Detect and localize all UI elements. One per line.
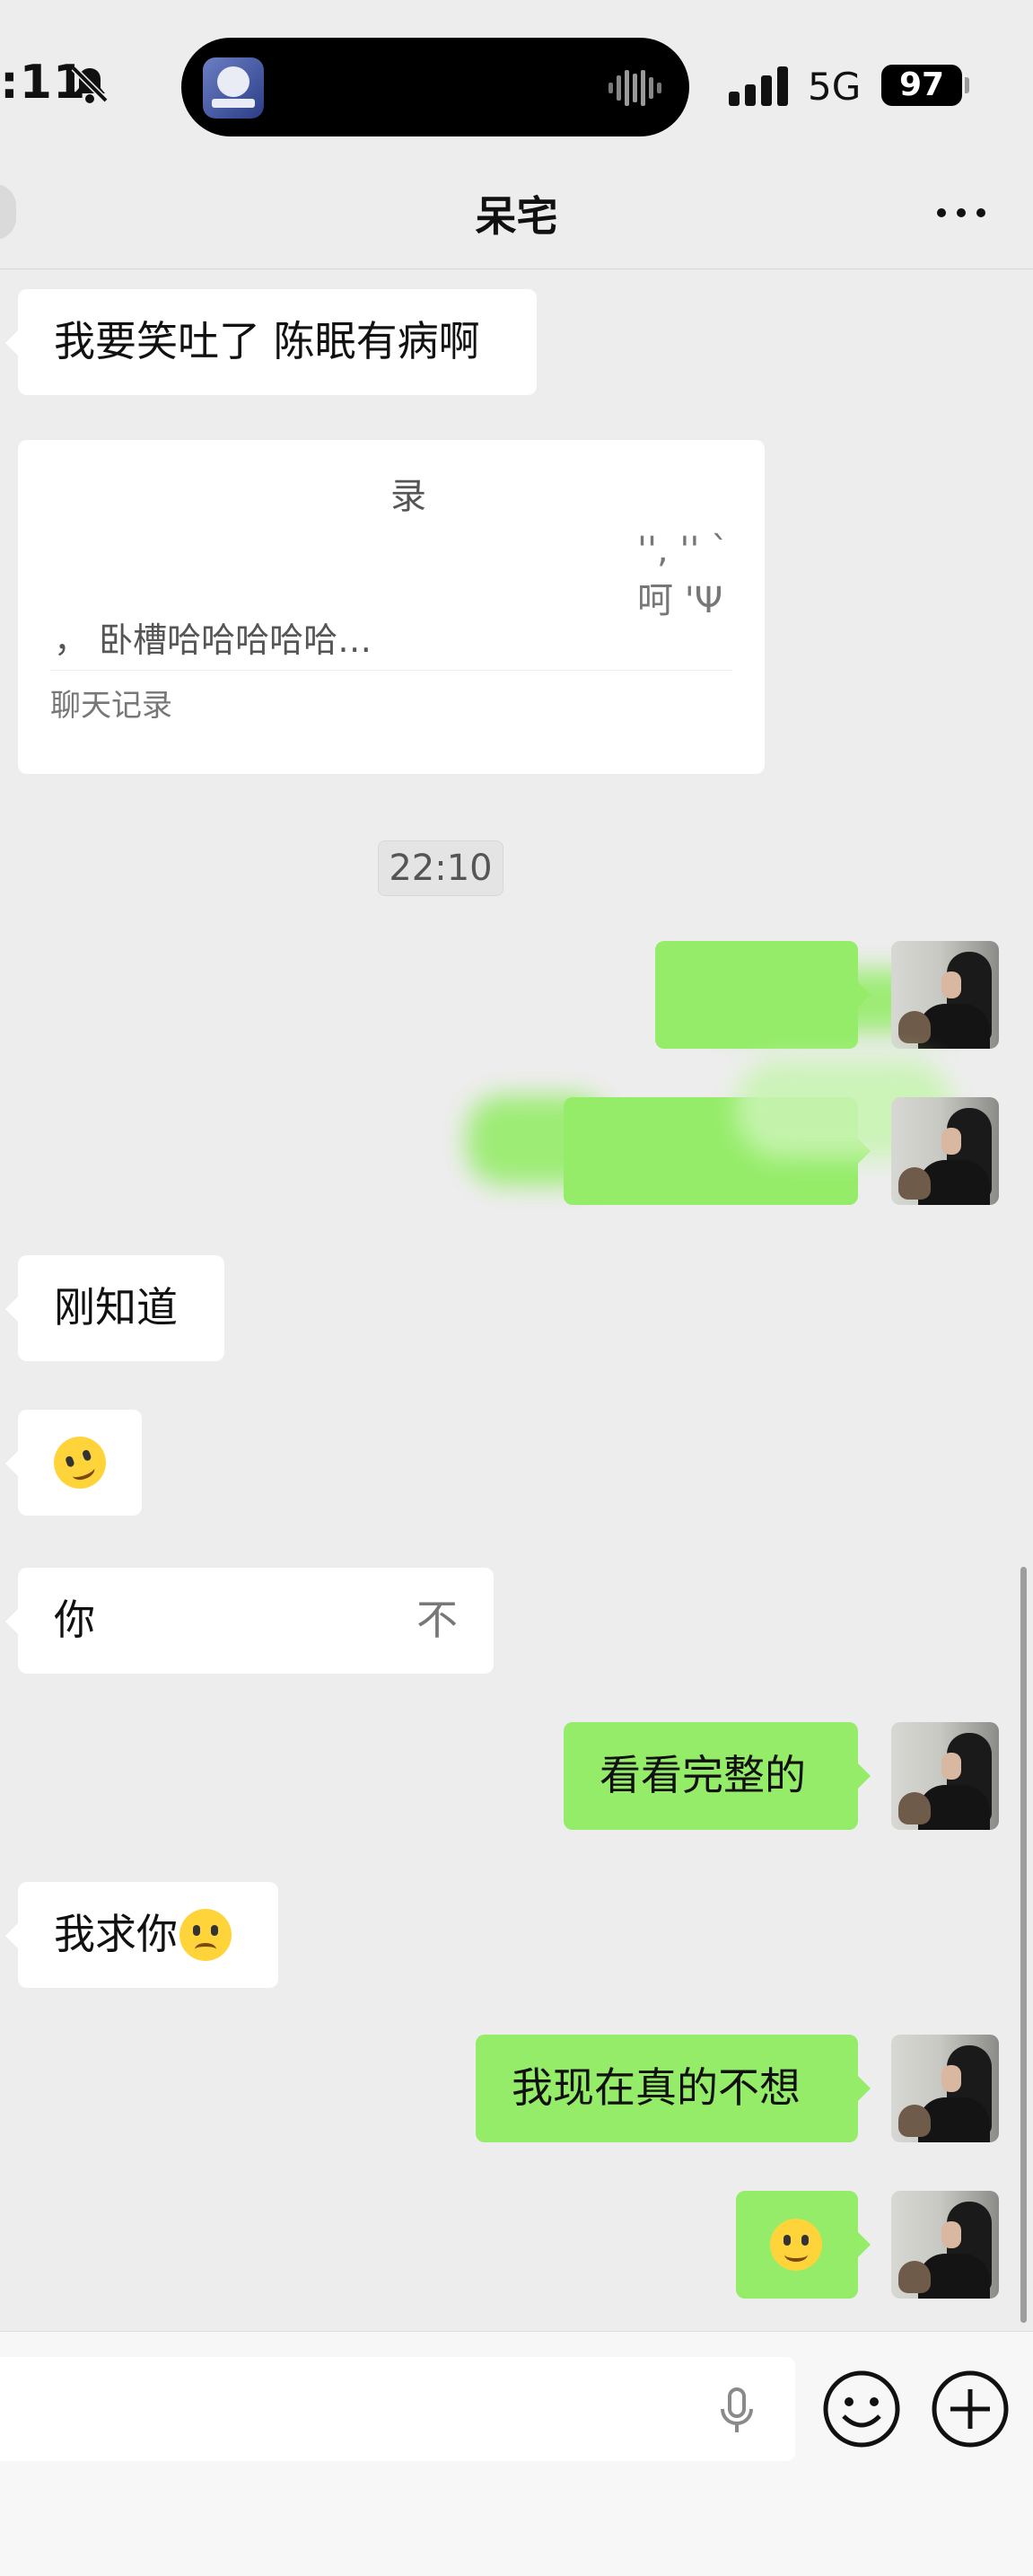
message-text: 我求你 <box>54 1910 178 1959</box>
scrollbar[interactable] <box>1020 1567 1027 2323</box>
message-text: 看看完整的 <box>600 1751 806 1800</box>
message-bubble-incoming[interactable]: 你 不 <box>5 1568 494 1674</box>
message-bubble-outgoing[interactable]: 我现在真的不想 <box>476 2035 871 2142</box>
emoji-icon[interactable] <box>820 2368 903 2450</box>
signal-bars-icon <box>727 65 793 110</box>
divider <box>50 670 732 671</box>
avatar[interactable] <box>891 1722 999 1830</box>
dynamic-island[interactable] <box>181 38 689 136</box>
forward-card-preview: ， 卧槽哈哈哈哈哈… <box>54 620 372 660</box>
mic-icon[interactable] <box>714 2386 759 2434</box>
forward-card-label: 聊天记录 <box>50 688 172 724</box>
redaction-blur <box>467 1095 610 1185</box>
message-bubble-incoming[interactable]: 我求你 <box>5 1882 278 1988</box>
avatar[interactable] <box>891 941 999 1049</box>
forwarded-chat-record-card[interactable]: 录 '', '' `呵 'Ψ ， 卧槽哈哈哈哈哈… 聊天记录 <box>18 440 765 774</box>
avatar[interactable] <box>891 2035 999 2142</box>
status-bar: :11 5G 97 <box>0 0 1033 157</box>
message-bubble-outgoing[interactable]: 看看完整的 <box>564 1722 871 1830</box>
message-text: 我现在真的不想 <box>512 2063 801 2113</box>
chat-header: 呆宅 <box>0 157 1033 269</box>
frowning-face-emoji-icon <box>179 1909 232 1961</box>
message-bubble-incoming[interactable]: 刚知道 <box>5 1255 224 1361</box>
battery-indicator: 97 <box>881 65 962 106</box>
message-text: 刚知道 <box>54 1283 178 1332</box>
chat-title: 呆宅 <box>475 192 558 241</box>
bell-muted-icon <box>68 63 111 106</box>
rofl-emoji-icon <box>46 1429 114 1497</box>
forward-card-title: 录 <box>390 476 426 517</box>
message-input[interactable] <box>0 2357 795 2461</box>
message-timestamp: 22:10 <box>378 840 503 896</box>
avatar[interactable] <box>891 2191 999 2299</box>
network-type: 5G <box>808 65 862 109</box>
message-text: 你 <box>54 1596 95 1645</box>
slightly-smiling-face-emoji-icon <box>770 2219 822 2271</box>
message-bubble-incoming[interactable]: 我要笑吐了 陈眠有病啊 <box>5 289 537 395</box>
input-bar <box>0 2331 1033 2576</box>
message-text: 不 <box>416 1596 458 1645</box>
plus-icon[interactable] <box>929 2368 1011 2450</box>
message-bubble-incoming[interactable] <box>5 1410 142 1516</box>
avatar[interactable] <box>891 1097 999 1205</box>
message-bubble-outgoing[interactable] <box>736 2191 871 2299</box>
battery-cap <box>965 77 969 93</box>
forward-card-line: '', '' `呵 'Ψ <box>637 530 730 621</box>
island-app-icon <box>203 57 264 119</box>
message-text: 我要笑吐了 陈眠有病啊 <box>54 317 480 366</box>
more-dots-icon[interactable] <box>934 204 988 222</box>
message-list[interactable]: 我要笑吐了 陈眠有病啊 录 '', '' `呵 'Ψ ， 卧槽哈哈哈哈哈… 聊天… <box>0 269 1033 2331</box>
audio-wave-icon <box>607 68 664 108</box>
